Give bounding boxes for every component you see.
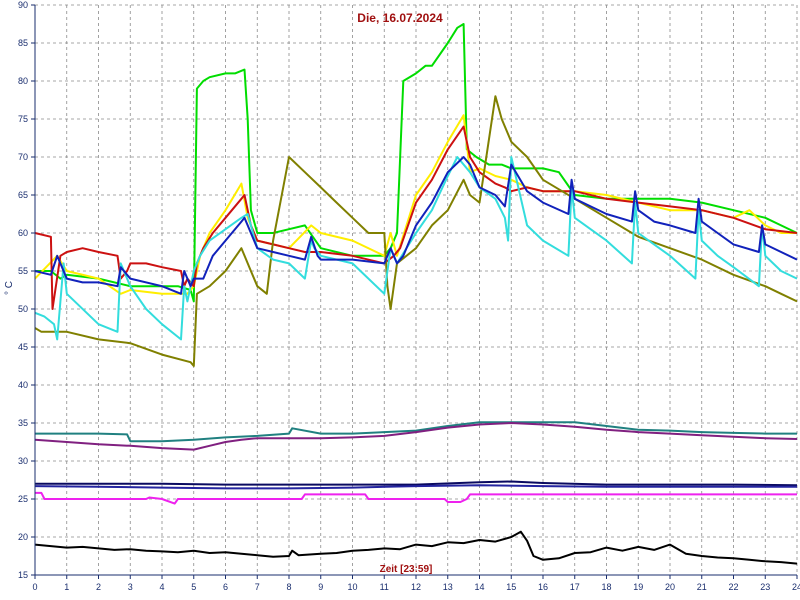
x-tick-label: 24 <box>792 582 800 592</box>
x-tick-label: 16 <box>538 582 548 592</box>
temperature-chart: 0 1 2 3 4 5 6 7 8 9 10 11 12 13 14 15 16 17 18 19 20 21 22 23 24… <box>0 0 800 600</box>
x-tick-label: 3 <box>128 582 133 592</box>
y-tick-label: 70 <box>18 152 28 162</box>
y-axis-label: ° C <box>4 281 15 295</box>
x-tick-label: 13 <box>443 582 453 592</box>
x-tick-label: 21 <box>697 582 707 592</box>
y-tick-label: 15 <box>18 570 28 580</box>
x-tick-label: 17 <box>570 582 580 592</box>
x-tick-label: 10 <box>347 582 357 592</box>
x-tick-label: 9 <box>318 582 323 592</box>
y-tick-label: 55 <box>18 266 28 276</box>
x-tick-label: 4 <box>159 582 164 592</box>
y-tick-label: 25 <box>18 494 28 504</box>
y-tick-label: 65 <box>18 190 28 200</box>
x-tick-label: 12 <box>411 582 421 592</box>
y-tick-label: 40 <box>18 380 28 390</box>
y-tick-label: 85 <box>18 38 28 48</box>
y-tick-label: 80 <box>18 76 28 86</box>
x-tick-label: 7 <box>255 582 260 592</box>
x-tick-label: 5 <box>191 582 196 592</box>
y-tick-label: 35 <box>18 418 28 428</box>
x-tick-label: 23 <box>760 582 770 592</box>
x-axis-label: Zeit [23:59] <box>380 564 433 575</box>
y-tick-label: 60 <box>18 228 28 238</box>
x-tick-label: 1 <box>64 582 69 592</box>
x-tick-label: 15 <box>506 582 516 592</box>
x-tick-label: 19 <box>633 582 643 592</box>
x-tick-label: 18 <box>601 582 611 592</box>
x-tick-label: 2 <box>96 582 101 592</box>
y-tick-label: 90 <box>18 0 28 10</box>
x-tick-label: 11 <box>380 582 389 592</box>
x-tick-label: 22 <box>728 582 738 592</box>
y-tick-label: 30 <box>18 456 28 466</box>
y-tick-label: 75 <box>18 114 28 124</box>
chart-background <box>0 0 800 600</box>
x-tick-label: 0 <box>32 582 37 592</box>
x-tick-label: 8 <box>286 582 291 592</box>
y-tick-label: 20 <box>18 532 28 542</box>
x-tick-label: 20 <box>665 582 675 592</box>
x-tick-label: 6 <box>223 582 228 592</box>
y-tick-label: 45 <box>18 342 28 352</box>
y-tick-label: 50 <box>18 304 28 314</box>
chart-title: Die, 16.07.2024 <box>357 11 443 25</box>
x-tick-label: 14 <box>474 582 484 592</box>
